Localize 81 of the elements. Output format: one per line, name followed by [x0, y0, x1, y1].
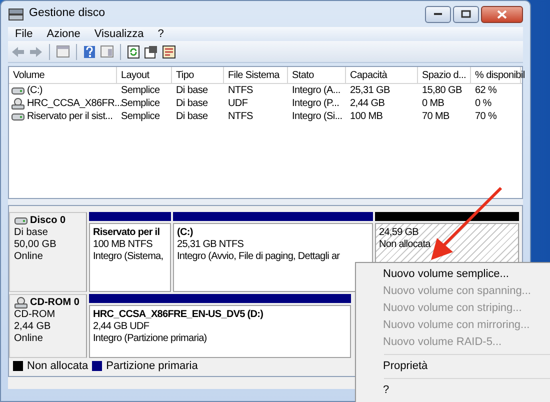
drive-icon — [11, 84, 25, 96]
table-cell-text: 15,80 GB — [421, 84, 463, 97]
table-cell: Riservato per il sist... — [27, 110, 113, 123]
drive-icon — [11, 110, 25, 122]
close-icon — [497, 10, 507, 18]
column-header[interactable]: Stato — [288, 67, 346, 83]
partition-size: 2,44 GB UDF — [93, 321, 150, 333]
disk-label-panel[interactable]: CD-ROM 0 CD-ROM 2,44 GB Online — [9, 294, 87, 358]
minimize-button[interactable] — [425, 6, 451, 22]
disk-status: Online — [14, 251, 44, 263]
table-cell: HRC_CCSA_X86FR... — [27, 97, 122, 110]
disk-management-icon — [8, 7, 24, 21]
pane-icon[interactable] — [56, 45, 70, 58]
partition-title: (C:) — [177, 227, 193, 239]
table-cell: (C:) — [27, 84, 42, 97]
table-cell-text: NTFS — [227, 110, 254, 123]
column-header[interactable]: Spazio d... — [418, 67, 471, 83]
legend-label: Non allocata — [27, 359, 88, 374]
partition-title: Riservato per il — [93, 227, 160, 239]
table-cell-text: Di base — [175, 110, 209, 123]
partition-status: Integro (Avvio, File di paging, Dettagli ar — [177, 251, 340, 263]
disk-type: CD-ROM — [14, 309, 56, 321]
menu-item[interactable]: ? — [150, 27, 171, 41]
menu-item[interactable]: Visualizza — [87, 27, 151, 41]
partition-box[interactable]: Riservato per il 100 MB NTFS Integro (Sistema, — [89, 223, 171, 292]
window-title: Gestione disco — [29, 6, 106, 22]
table-cell-text: 2,44 GB — [349, 97, 386, 110]
partition-size: 25,31 GB NTFS — [177, 239, 244, 251]
help-icon[interactable] — [83, 44, 96, 58]
table-cell-text: 0 % — [474, 97, 492, 110]
column-header[interactable]: File Sistema — [224, 67, 288, 83]
refresh-icon[interactable] — [127, 44, 140, 58]
partition-size: 24,59 GB — [379, 227, 418, 239]
table-cell-text: NTFS — [227, 84, 254, 97]
pane-icon[interactable] — [100, 45, 114, 58]
partition-box[interactable]: HRC_CCSA_X86FRE_EN-US_DV5 (D:) 2,44 GB UDF Integro (Partizione primaria) — [89, 305, 351, 358]
table-cell-text: Integro (P... — [291, 97, 340, 110]
disk-size: 2,44 GB — [14, 321, 52, 333]
minimize-icon — [433, 12, 443, 16]
disk-size: 50,00 GB — [14, 239, 58, 251]
partition-title: HRC_CCSA_X86FRE_EN-US_DV5 (D:) — [93, 309, 264, 321]
properties-icon[interactable] — [144, 44, 158, 58]
partition-status: Integro (Sistema, — [93, 251, 164, 263]
table-cell-text: Integro (A... — [291, 84, 342, 97]
drive-icon — [14, 215, 28, 227]
menu-item[interactable]: Azione — [40, 27, 88, 41]
close-button[interactable] — [481, 6, 523, 22]
table-cell-text: 70 % — [474, 110, 498, 123]
partition-status: Integro (Partizione primaria) — [93, 333, 207, 345]
disk-label-panel[interactable]: Disco 0 Di base 50,00 GB Online — [9, 212, 87, 292]
table-cell-text: 0 MB — [421, 97, 446, 110]
table-cell-text: 70 MB — [421, 110, 450, 123]
table-cell-text: 100 MB — [349, 110, 384, 123]
column-header[interactable]: Tipo — [172, 67, 224, 83]
partition-size: 100 MB NTFS — [93, 239, 152, 251]
column-header[interactable]: Capacità — [346, 67, 418, 83]
table-cell-text: Di base — [175, 84, 209, 97]
table-cell-text: Semplice — [120, 110, 161, 123]
partition-status: Non allocata — [379, 239, 430, 251]
table-cell-text: Integro (Si... — [291, 110, 344, 123]
table-cell-text: 25,31 GB — [349, 84, 391, 97]
disk-status: Online — [14, 333, 44, 345]
table-cell-text: Semplice — [120, 84, 161, 97]
checklist-icon[interactable] — [162, 44, 176, 58]
menu-item[interactable]: ? — [356, 382, 550, 399]
table-cell-text: 62 % — [474, 84, 498, 97]
maximize-button[interactable] — [453, 6, 479, 22]
disk-type: Di base — [14, 227, 49, 239]
table-cell-text: Di base — [175, 97, 209, 110]
menu-item[interactable]: File — [8, 27, 40, 41]
legend-label: Partizione primaria — [106, 359, 198, 374]
maximize-icon — [461, 10, 471, 18]
cd-drive-icon — [14, 297, 28, 309]
column-header[interactable]: Layout — [117, 67, 172, 83]
disk-name: CD-ROM 0 — [30, 297, 80, 309]
column-header[interactable]: Volume — [9, 67, 117, 83]
cd-drive-icon — [11, 98, 25, 110]
menu-item[interactable]: Proprietà — [356, 358, 550, 375]
table-cell-text: UDF — [227, 97, 249, 110]
disk-name: Disco 0 — [30, 215, 66, 227]
partition-box[interactable]: (C:) 25,31 GB NTFS Integro (Avvio, File di paging, Dettagli ar — [173, 223, 373, 292]
